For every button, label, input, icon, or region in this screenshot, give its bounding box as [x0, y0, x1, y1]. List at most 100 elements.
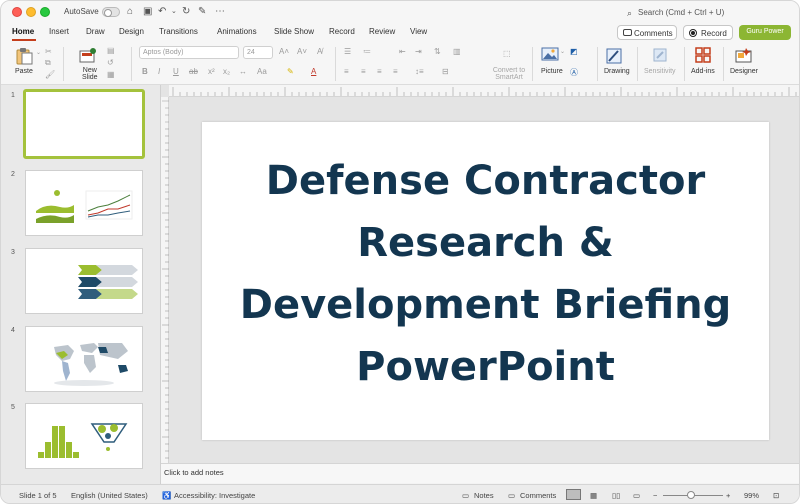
zoom-level[interactable]: 99% — [744, 491, 759, 500]
line-spacing-icon[interactable]: ↕≡ — [415, 67, 424, 76]
picture-dropdown-icon[interactable]: ⌄ — [560, 48, 565, 55]
tab-slide-show[interactable]: Slide Show — [274, 27, 314, 36]
layout-icon[interactable]: ▤ — [107, 46, 115, 55]
notes-input[interactable]: Click to add notes — [161, 463, 799, 483]
align-text-icon[interactable]: ⊟ — [442, 67, 449, 76]
strikethrough-icon[interactable]: ab — [189, 67, 198, 76]
copy-icon[interactable]: ⧉ — [45, 58, 51, 68]
comments-button[interactable]: Comments — [617, 25, 677, 40]
clear-formatting-icon[interactable]: A̸ — [317, 47, 322, 56]
undo-icon[interactable]: ↶ — [158, 6, 166, 18]
record-button[interactable]: Record — [683, 25, 733, 40]
slide-title[interactable]: Defense Contractor Research & Developmen… — [202, 150, 769, 398]
slide-number: 1 — [11, 92, 15, 99]
tab-design[interactable]: Design — [119, 27, 144, 36]
slide-thumbnail-2[interactable] — [25, 170, 143, 236]
current-slide[interactable]: Defense Contractor Research & Developmen… — [202, 122, 769, 440]
numbering-icon[interactable]: ≔ — [363, 47, 371, 56]
align-left-icon[interactable]: ≡ — [344, 67, 349, 76]
paste-label: Paste — [15, 68, 33, 75]
reading-view-icon[interactable]: ▯▯ — [612, 491, 620, 500]
format-painter-icon[interactable]: ✎ — [198, 6, 206, 18]
search-box[interactable]: Search (Cmd + Ctrl + U) — [638, 8, 724, 17]
superscript-icon[interactable]: x² — [208, 67, 215, 76]
format-painter-brush-icon[interactable]: 🖌 — [45, 70, 55, 79]
shapes-icon[interactable]: ◩ — [570, 47, 578, 56]
zoom-slider-handle[interactable] — [687, 491, 695, 499]
italic-icon[interactable]: I — [158, 67, 160, 76]
subscript-icon[interactable]: x₂ — [223, 67, 230, 76]
decrease-indent-icon[interactable]: ⇤ — [399, 47, 406, 56]
drawing-icon[interactable] — [605, 47, 623, 65]
tab-home[interactable]: Home — [12, 27, 34, 36]
tab-animations[interactable]: Animations — [217, 27, 257, 36]
smartart-icon[interactable]: ⬚ — [503, 49, 511, 58]
add-ins-icon[interactable] — [695, 47, 712, 64]
tab-record[interactable]: Record — [329, 27, 355, 36]
increase-indent-icon[interactable]: ⇥ — [415, 47, 422, 56]
picture-icon[interactable] — [541, 47, 559, 62]
farm-chart-thumbnail-image — [36, 190, 133, 223]
align-center-icon[interactable]: ≡ — [361, 67, 366, 76]
section-icon[interactable]: ▦ — [107, 70, 115, 79]
comments-toggle[interactable]: Comments — [520, 491, 556, 500]
convert-smartart-label: Convert to SmartArt — [490, 67, 528, 81]
tab-view[interactable]: View — [410, 27, 427, 36]
new-slide-icon[interactable] — [79, 48, 97, 64]
slide-thumbnail-3[interactable] — [25, 248, 143, 314]
tab-review[interactable]: Review — [369, 27, 395, 36]
close-window-button[interactable] — [12, 7, 22, 17]
font-size-select[interactable]: 24 — [243, 46, 273, 59]
underline-icon[interactable]: U — [173, 67, 179, 76]
text-box-icon[interactable]: Ⓐ — [570, 67, 578, 78]
bullets-icon[interactable]: ☰ — [344, 47, 351, 56]
character-spacing-icon[interactable]: ↔ — [239, 67, 247, 76]
paste-dropdown-icon[interactable]: ⌄ — [36, 49, 41, 56]
decrease-font-icon[interactable]: A˅ — [297, 47, 307, 56]
home-icon[interactable]: ⌂ — [127, 6, 133, 18]
tab-insert[interactable]: Insert — [49, 27, 69, 36]
guru-power-button[interactable]: Guru Power — [739, 25, 791, 40]
justify-icon[interactable]: ≡ — [393, 67, 398, 76]
align-right-icon[interactable]: ≡ — [377, 67, 382, 76]
change-case-icon[interactable]: Aa — [257, 67, 267, 76]
designer-icon[interactable] — [735, 47, 753, 64]
font-color-icon[interactable]: A — [311, 67, 316, 76]
increase-font-icon[interactable]: A˄ — [279, 47, 289, 56]
tab-transitions[interactable]: Transitions — [159, 27, 198, 36]
sensitivity-icon[interactable] — [652, 47, 668, 63]
accessibility-status[interactable]: Accessibility: Investigate — [174, 491, 255, 500]
fit-to-window-icon[interactable]: ⊡ — [773, 491, 779, 500]
horizontal-ruler-ticks — [172, 87, 797, 96]
language-indicator[interactable]: English (United States) — [71, 491, 148, 500]
zoom-out-icon[interactable]: − — [653, 491, 657, 500]
text-direction-icon[interactable]: ⇅ — [434, 47, 441, 56]
slide-sorter-icon[interactable]: ▦ — [590, 491, 597, 500]
autosave-toggle[interactable] — [102, 7, 120, 17]
save-icon[interactable]: ▣ — [143, 6, 152, 18]
font-name-select[interactable]: Aptos (Body) — [139, 46, 239, 59]
autosave-label: AutoSave — [64, 7, 99, 16]
zoom-window-button[interactable] — [40, 7, 50, 17]
slide-thumbnail-1[interactable] — [23, 89, 145, 159]
arrow-steps-thumbnail-image — [78, 265, 138, 299]
divider — [131, 47, 132, 81]
undo-dropdown-icon[interactable]: ⌄ — [171, 6, 177, 18]
normal-view-icon[interactable] — [566, 489, 581, 500]
more-icon[interactable]: ⋯ — [215, 6, 225, 18]
powerpoint-window: AutoSave ⌂ ▣ ↶ ⌄ ↻ ✎ ⋯ ⌕ Search (Cmd + C… — [0, 0, 800, 504]
minimize-window-button[interactable] — [26, 7, 36, 17]
redo-icon[interactable]: ↻ — [182, 6, 190, 18]
slide-show-icon[interactable]: ▭ — [633, 491, 640, 500]
cut-icon[interactable]: ✂ — [45, 47, 52, 56]
notes-toggle[interactable]: Notes — [474, 491, 494, 500]
paste-icon[interactable] — [15, 47, 35, 65]
slide-thumbnail-5[interactable] — [25, 403, 143, 469]
reset-icon[interactable]: ↺ — [107, 58, 114, 67]
slide-thumbnail-4[interactable] — [25, 326, 143, 392]
highlight-icon[interactable]: ✎ — [287, 67, 294, 76]
columns-icon[interactable]: ▥ — [453, 47, 461, 56]
tab-draw[interactable]: Draw — [86, 27, 105, 36]
zoom-in-icon[interactable]: + — [726, 491, 730, 500]
bold-icon[interactable]: B — [142, 67, 148, 76]
